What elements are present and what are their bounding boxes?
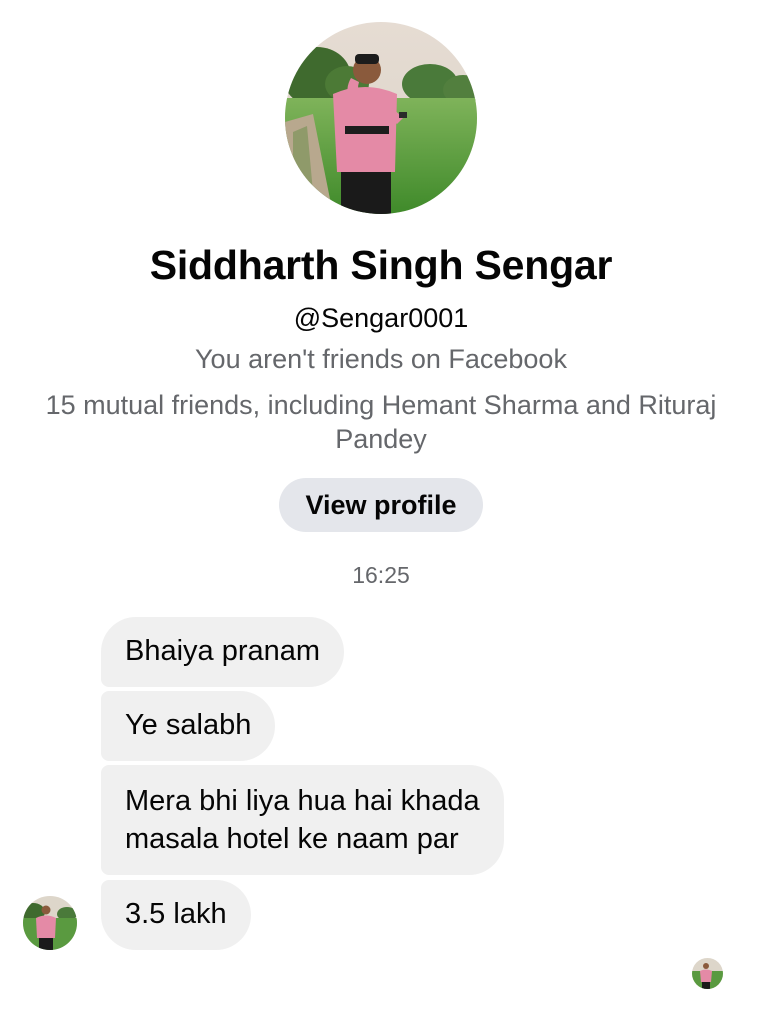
message-bubble[interactable]: 3.5 lakh [101, 880, 251, 950]
message-bubble[interactable]: Ye salabh [101, 691, 276, 761]
profile-name: Siddharth Singh Sengar [149, 242, 613, 288]
sender-avatar[interactable] [23, 896, 77, 950]
message-timestamp: 16:25 [352, 562, 410, 588]
view-profile-button[interactable]: View profile [279, 478, 483, 532]
mutual-friends-text: 15 mutual friends, including Hemant Shar… [45, 390, 717, 454]
seen-indicator-avatar [692, 958, 723, 989]
profile-username: @Sengar0001 [293, 303, 469, 333]
profile-avatar[interactable] [285, 22, 477, 214]
message-bubble[interactable]: Mera bhi liya hua hai khada masala hotel … [101, 765, 504, 875]
messenger-chat-screen: Siddharth Singh Sengar @Sengar0001 You a… [0, 0, 762, 1024]
friend-status-text: You aren't friends on Facebook [195, 344, 567, 374]
message-bubble[interactable]: Bhaiya pranam [101, 617, 345, 687]
